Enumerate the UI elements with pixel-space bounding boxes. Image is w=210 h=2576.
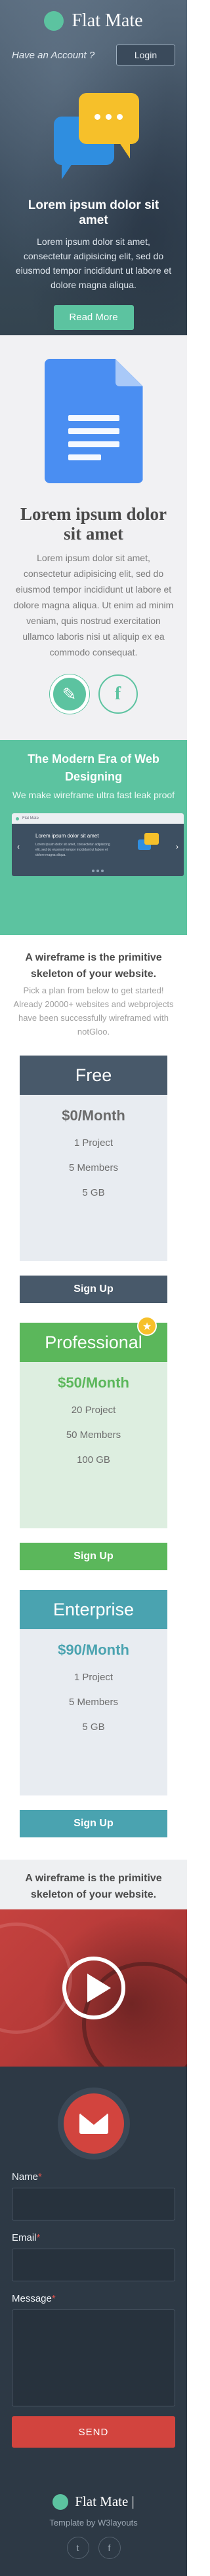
pricing-text: Pick a plan from below to get started! A… [13, 985, 174, 1037]
mockup-brand: Flat Mate [22, 817, 39, 820]
video-section: A wireframe is the primitive skeleton of… [0, 1860, 187, 2067]
play-icon[interactable] [62, 1957, 125, 2019]
website-mockup-image: Flat Mate ‹ › Lorem ipsum dolor sit amet… [12, 813, 184, 876]
mockup-chat-icon [138, 833, 160, 853]
mockup-right-arrow-icon: › [176, 842, 178, 851]
chat-bubbles-icon [45, 89, 143, 181]
plan-projects: 1 Project [74, 1672, 114, 1683]
chat-bubble-yellow [78, 93, 139, 158]
signup-button-enterprise[interactable]: Sign Up [20, 1810, 167, 1837]
plan-name: Enterprise [20, 1590, 167, 1629]
hero-title: Lorem ipsum dolor sit amet [28, 198, 159, 227]
send-button[interactable]: SEND [12, 2416, 175, 2448]
pricing-title: A wireframe is the primitive skeleton of… [25, 952, 162, 980]
plan-members: 50 Members [66, 1429, 121, 1441]
plan-storage: 5 GB [82, 1187, 105, 1198]
pencil-icon[interactable]: ✎ [49, 674, 89, 714]
name-field[interactable] [12, 2188, 175, 2220]
mockup-logo-icon [16, 817, 19, 820]
star-icon: ★ [137, 1316, 157, 1336]
promo-subtitle: We make wireframe ultra fast leak proof [12, 790, 175, 800]
mockup-left-arrow-icon: ‹ [17, 842, 20, 851]
brand-name: Flat Mate [72, 10, 143, 31]
plan-card-professional: Professional ★ $50/Month 20 Project 50 M… [20, 1316, 167, 1570]
message-field[interactable] [12, 2309, 175, 2406]
footer: Flat Mate | Template by W3layouts t f [0, 2463, 187, 2576]
mail-icon [57, 2088, 130, 2160]
video-tagline: A wireframe is the primitive skeleton of… [25, 1873, 162, 1900]
promo-section: The Modern Era of Web Designing We make … [0, 740, 187, 935]
plan-price: $0/Month [62, 1107, 125, 1124]
plan-storage: 100 GB [77, 1454, 110, 1465]
email-label: Email* [12, 2232, 41, 2243]
feature-icons: ✎ f [13, 674, 174, 714]
document-icon [44, 359, 143, 483]
plan-price: $50/Month [58, 1374, 129, 1391]
footer-brand-name: Flat Mate | [75, 2493, 135, 2509]
facebook-icon[interactable]: f [98, 674, 138, 714]
login-question: Have an Account ? [12, 49, 95, 61]
plan-card-free: Free $0/Month 1 Project 5 Members 5 GB S… [20, 1056, 167, 1303]
contact-section: Name* Email* Message* SEND [0, 2067, 187, 2463]
footer-credit[interactable]: Template by W3layouts [12, 2518, 175, 2528]
signup-button-professional[interactable]: Sign Up [20, 1543, 167, 1570]
feature-text: Lorem ipsum dolor sit amet, consectetur … [13, 553, 174, 657]
social-links: t f [12, 2537, 175, 2559]
mockup-text: Lorem ipsum dolor sit amet, consectetur … [35, 843, 110, 857]
promo-title: The Modern Era of Web Designing [28, 752, 159, 783]
plan-name: Free [20, 1056, 167, 1095]
facebook-icon[interactable]: f [98, 2537, 121, 2559]
brand-logo-icon [44, 11, 64, 31]
login-bar: Have an Account ? Login [0, 45, 187, 65]
plan-members: 5 Members [68, 1697, 119, 1708]
brand[interactable]: Flat Mate [0, 0, 187, 31]
plan-projects: 1 Project [74, 1137, 114, 1149]
plan-storage: 5 GB [82, 1721, 105, 1733]
plan-price: $90/Month [58, 1642, 129, 1658]
plan-card-enterprise: Enterprise $90/Month 1 Project 5 Members… [20, 1590, 167, 1837]
hero-section: Flat Mate Have an Account ? Login Lorem … [0, 0, 187, 335]
login-button[interactable]: Login [116, 45, 175, 65]
video-player[interactable] [0, 1909, 187, 2067]
signup-button-free[interactable]: Sign Up [20, 1276, 167, 1303]
hero-text: Lorem ipsum dolor sit amet, consectetur … [15, 236, 172, 290]
plan-name: Professional ★ [20, 1316, 167, 1362]
plan-members: 5 Members [68, 1162, 119, 1173]
message-label: Message* [12, 2293, 56, 2304]
feature-title: Lorem ipsum dolor sit amet [20, 504, 167, 543]
footer-brand[interactable]: Flat Mate | [12, 2493, 175, 2510]
feature-section: Lorem ipsum dolor sit amet Lorem ipsum d… [0, 335, 187, 740]
name-label: Name* [12, 2171, 42, 2182]
mockup-heading: Lorem ipsum dolor sit amet [35, 833, 99, 839]
pricing-section: A wireframe is the primitive skeleton of… [0, 935, 187, 1837]
twitter-icon[interactable]: t [66, 2537, 89, 2559]
footer-logo-icon [52, 2493, 69, 2510]
read-more-button[interactable]: Read More [53, 305, 134, 330]
email-field[interactable] [12, 2249, 175, 2281]
plan-projects: 20 Project [71, 1405, 116, 1416]
